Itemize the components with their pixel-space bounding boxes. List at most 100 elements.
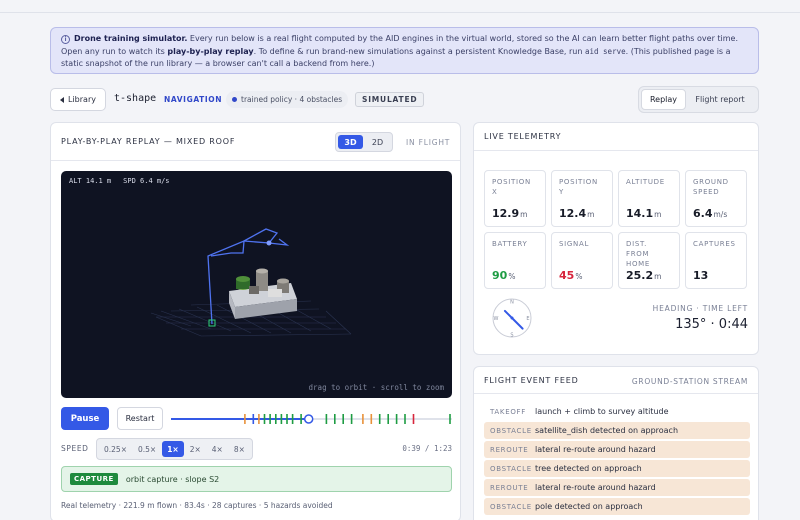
hud-altitude: ALT 14.1 m (69, 177, 112, 185)
heading-label: HEADING · TIME LEFT (652, 304, 748, 313)
list-item[interactable]: REROUTE lateral re-route around hazard (484, 479, 750, 496)
top-divider (0, 12, 800, 13)
list-item[interactable]: TAKEOFF launch + climb to survey altitude (484, 403, 750, 420)
replay-card-header: PLAY-BY-PLAY REPLAY — MIXED ROOF 3D 2D I… (51, 123, 460, 161)
event-feed-card: FLIGHT EVENT FEED GROUND-STATION STREAM … (473, 366, 759, 520)
speed-row: SPEED 0.25× 0.5× 1× 2× 4× 8× 0:39 / 1:23 (61, 438, 452, 460)
time-total: 1:23 (433, 444, 452, 453)
run-name: t-shape (114, 93, 157, 104)
tab-flight-report[interactable]: Flight report (686, 89, 754, 110)
timeline-knob[interactable] (303, 414, 314, 424)
timeline-event-tick (263, 414, 266, 424)
speed-option-0-5x[interactable]: 0.5× (133, 441, 161, 457)
list-item[interactable]: OBSTACLE satellite_dish detected on appro… (484, 422, 750, 439)
timeline-event-tick (350, 414, 353, 424)
event-kind: OBSTACLE (490, 426, 532, 435)
tile-battery: BATTERY 90% (484, 232, 546, 289)
timecode: 0:39 / 1:23 (402, 444, 452, 453)
info-icon: i (61, 35, 70, 44)
speed-selector: 0.25× 0.5× 1× 2× 4× 8× (96, 438, 253, 460)
event-text: satellite_dish detected on approach (535, 426, 679, 435)
timeline-event-tick (275, 414, 277, 424)
event-text: pole detected on approach (535, 502, 643, 511)
tile-position-x: POSITION X 12.9m (484, 170, 546, 227)
tile-signal: SIGNAL 45% (551, 232, 613, 289)
speed-label: SPEED (61, 444, 89, 453)
event-kind: OBSTACLE (490, 502, 532, 511)
timeline-event-tick (291, 414, 294, 424)
restart-button[interactable]: Restart (117, 407, 163, 430)
timeline-event-tick (404, 414, 406, 424)
timeline-event-tick (387, 414, 389, 424)
tab-replay[interactable]: Replay (641, 89, 686, 110)
timeline-event-tick (362, 414, 364, 424)
speed-option-8x[interactable]: 8× (229, 441, 250, 457)
tile-value: 12.4m (559, 207, 595, 220)
capture-tag: CAPTURE (70, 473, 118, 485)
compass-e: E (526, 316, 529, 322)
list-item[interactable]: REROUTE lateral re-route around hazard (484, 441, 750, 458)
tile-value: 45% (559, 269, 583, 282)
mode-3d-button[interactable]: 3D (338, 135, 363, 149)
event-feed-subtitle: GROUND-STATION STREAM (631, 377, 748, 386)
status-dot-icon (232, 97, 237, 102)
timeline-event-tick (244, 414, 246, 424)
tile-label: GROUND SPEED (693, 178, 729, 196)
list-item[interactable]: OBSTACLE pole detected on approach (484, 498, 750, 515)
tile-label: POSITION X (492, 178, 531, 196)
speed-option-1x[interactable]: 1× (162, 441, 184, 457)
capture-event-bar: CAPTURE orbit capture · slope S2 (61, 466, 452, 492)
banner-title: Drone training simulator. (74, 34, 188, 43)
speed-option-0-25x[interactable]: 0.25× (99, 441, 132, 457)
compass-icon: N E S W (492, 298, 532, 339)
speed-option-2x[interactable]: 2× (185, 441, 206, 457)
tile-value: 12.9m (492, 207, 528, 220)
replay-card: PLAY-BY-PLAY REPLAY — MIXED ROOF 3D 2D I… (50, 122, 461, 520)
scene-canvas (150, 228, 352, 337)
view-switch: Replay Flight report (638, 86, 759, 113)
event-feed-title: FLIGHT EVENT FEED (484, 376, 579, 385)
event-text: launch + climb to survey altitude (535, 407, 669, 416)
speed-option-4x[interactable]: 4× (207, 441, 228, 457)
compass-needle-tail (503, 309, 513, 319)
timeline-progress (171, 418, 309, 420)
event-feed-list: TAKEOFF launch + climb to survey altitude… (484, 403, 750, 517)
tile-value: 90% (492, 269, 516, 282)
tile-label: SIGNAL (559, 240, 590, 248)
banner-text-2: . To define & run brand-new simulations … (253, 46, 585, 56)
tile-label: POSITION Y (559, 178, 598, 196)
timeline-event-tick (280, 414, 283, 424)
run-toolbar: Library t-shape NAVIGATION trained polic… (50, 86, 759, 113)
hud-speed: SPD 6.4 m/s (123, 177, 170, 185)
mode-2d-button[interactable]: 2D (365, 135, 390, 149)
timeline-event-tick (449, 414, 451, 424)
hud-overlay: ALT 14.1 m SPD 6.4 m/s (69, 177, 182, 185)
library-back-button[interactable]: Library (50, 88, 106, 111)
tile-value: 13 (693, 269, 709, 282)
3d-viewport[interactable]: ALT 14.1 m SPD 6.4 m/s drag to orbit · sc… (61, 171, 452, 398)
policy-pill: trained policy · 4 obstacles (226, 91, 349, 108)
tile-distance-home: DIST. FROM HOME 25.2m (618, 232, 680, 289)
drone-marker (266, 240, 272, 246)
event-kind: OBSTACLE (490, 464, 532, 473)
event-kind: REROUTE (490, 445, 529, 454)
simulated-badge: SIMULATED (355, 92, 425, 107)
tile-value: 14.1m (626, 207, 662, 220)
timeline-scrubber[interactable] (171, 413, 452, 425)
playback-controls: Pause Restart (61, 407, 452, 431)
timeline-event-tick (395, 414, 398, 424)
flight-summary: Real telemetry · 221.9 m flown · 83.4s ·… (61, 501, 333, 510)
tile-captures: CAPTURES 13 (685, 232, 747, 289)
timeline-event-tick (269, 414, 271, 424)
replay-title: PLAY-BY-PLAY REPLAY — MIXED ROOF (61, 137, 236, 146)
capture-text: orbit capture · slope S2 (125, 474, 220, 484)
list-item[interactable]: OBSTACLE tree detected on approach (484, 460, 750, 477)
event-text: lateral re-route around hazard (535, 483, 656, 492)
timeline-event-tick (370, 414, 373, 424)
event-kind: REROUTE (490, 483, 529, 492)
pause-button[interactable]: Pause (61, 407, 109, 430)
event-feed-header: FLIGHT EVENT FEED GROUND-STATION STREAM (474, 367, 758, 394)
timeline-event-tick (300, 414, 302, 424)
compass-s: S (510, 333, 513, 339)
timeline-event-tick (252, 414, 255, 424)
